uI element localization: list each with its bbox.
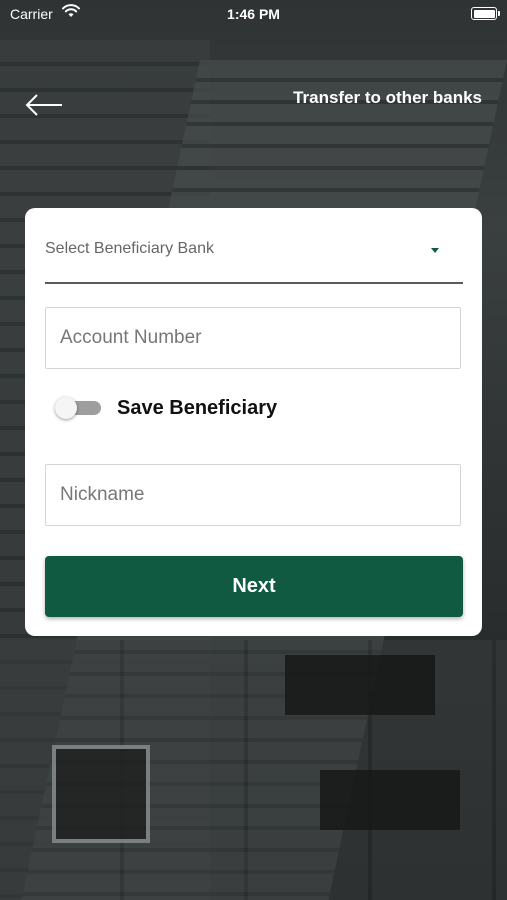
save-beneficiary-toggle[interactable] xyxy=(55,397,101,419)
account-number-input[interactable] xyxy=(45,307,461,369)
background-shadow-block xyxy=(285,655,435,715)
save-beneficiary-label: Save Beneficiary xyxy=(117,397,278,419)
transfer-form-card: Select Beneficiary Bank Save Beneficiary… xyxy=(25,208,482,636)
battery-icon xyxy=(471,7,500,20)
caret-down-icon xyxy=(431,248,439,253)
beneficiary-bank-select[interactable]: Select Beneficiary Bank xyxy=(45,230,463,284)
clock: 1:46 PM xyxy=(227,6,280,22)
beneficiary-bank-placeholder: Select Beneficiary Bank xyxy=(45,240,214,257)
page-title: Transfer to other banks xyxy=(293,88,482,107)
background-window xyxy=(52,745,150,843)
next-button[interactable]: Next xyxy=(45,556,463,617)
background-shadow-block xyxy=(320,770,460,830)
toggle-thumb xyxy=(55,397,77,419)
arrow-left-icon xyxy=(25,94,62,116)
nickname-input[interactable] xyxy=(45,464,461,526)
status-bar: Carrier 1:46 PM xyxy=(0,0,507,28)
back-button[interactable] xyxy=(24,90,64,120)
